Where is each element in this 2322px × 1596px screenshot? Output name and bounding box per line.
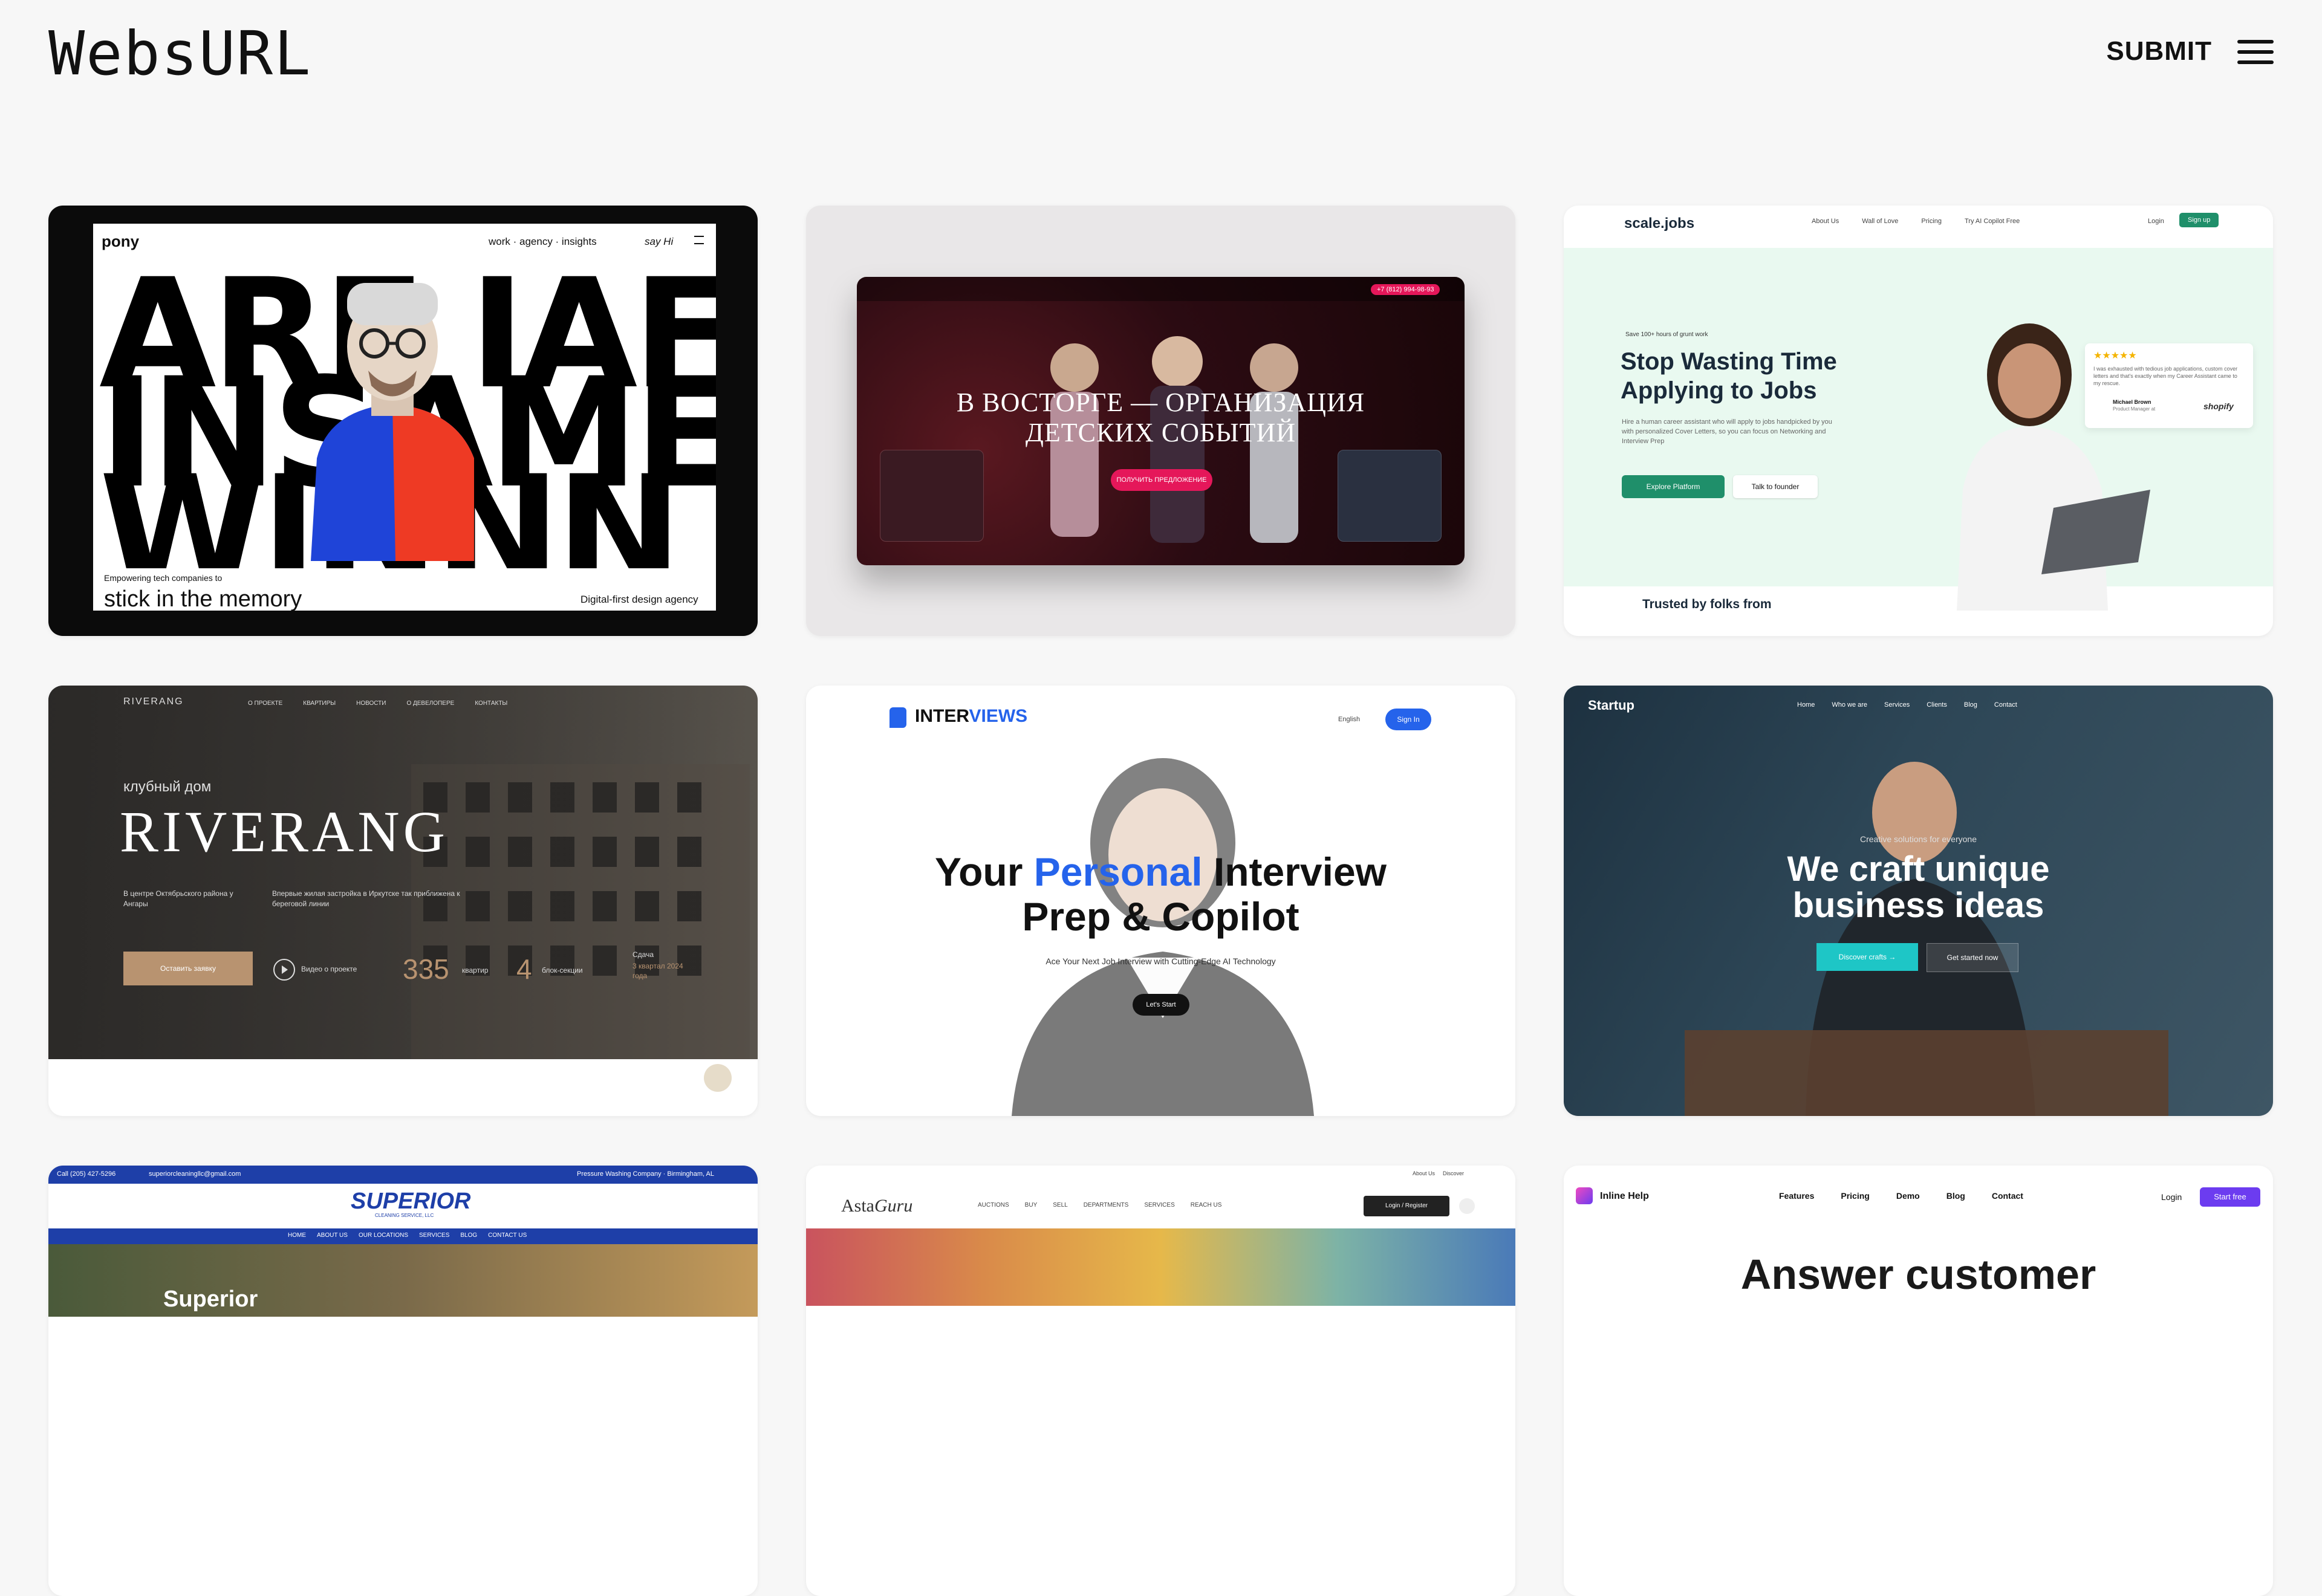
site-logo[interactable]: WebsURL <box>48 18 311 89</box>
riverang-stat-2-label: блок-секции <box>542 966 583 975</box>
astaguru-hero-painting <box>806 1228 1515 1306</box>
superior-hero-image <box>48 1244 758 1317</box>
scalejobs-body: Hire a human career assistant who will a… <box>1622 418 1832 445</box>
riverang-nav: О ПРОЕКТЕ КВАРТИРЫ НОВОСТИ О ДЕВЕЛОПЕРЕ … <box>248 700 508 707</box>
startup-eyebrow: Creative solutions for everyone <box>1860 834 1977 844</box>
site-card-startup[interactable]: Startup Home Who we are Services Clients… <box>1564 686 2273 1116</box>
interviews-subtitle: Ace Your Next Job Interview with Cutting… <box>1046 956 1276 966</box>
inlinehelp-nav: Features Pricing Demo Blog Contact <box>1779 1191 2023 1201</box>
astaguru-logo: AstaGuru <box>841 1196 913 1216</box>
play-icon <box>273 959 295 981</box>
pony-menu-icon <box>694 236 704 244</box>
astaguru-nav: AUCTIONS BUY SELL DEPARTMENTS SERVICES R… <box>978 1202 1222 1208</box>
scalejobs-cta-talk: Talk to founder <box>1733 475 1818 498</box>
scalejobs-signup: Sign up <box>2179 213 2219 227</box>
scalejobs-review-card: ★★★★★ I was exhausted with tedious job a… <box>2085 343 2253 428</box>
events-headline-2: ДЕТСКИХ СОБЫТИЙ <box>1025 418 1296 447</box>
scalejobs-login: Login <box>2148 218 2164 225</box>
inlinehelp-login: Login <box>2161 1192 2182 1202</box>
scalejobs-nav: About Us Wall of Love Pricing Try AI Cop… <box>1812 218 2020 225</box>
site-card-astaguru[interactable]: About Us Discover AstaGuru AUCTIONS BUY … <box>806 1166 1515 1596</box>
scalejobs-title-2: Applying to Jobs <box>1621 377 1817 404</box>
riverang-stat-3-label: Сдача <box>633 950 654 959</box>
site-card-interviews[interactable]: INTERVIEWS English Sign In Your Personal… <box>806 686 1515 1116</box>
startup-nav: Home Who we are Services Clients Blog Co… <box>1797 701 2017 709</box>
superior-logo: SUPERIOR <box>351 1189 471 1214</box>
events-screenshot: +7 (812) 994-98-93 В ВОСТОРГЕ — ОРГАНИЗА… <box>857 277 1465 565</box>
pony-tagline: stick in the memory <box>104 586 302 611</box>
superior-tagline: Pressure Washing Company · Birmingham, A… <box>577 1170 715 1178</box>
superior-email: superiorcleaningllc@gmail.com <box>149 1170 241 1178</box>
interviews-cta: Let's Start <box>1133 994 1189 1016</box>
menu-icon[interactable] <box>2237 40 2274 64</box>
scalejobs-logo: scale.jobs <box>1624 215 1695 232</box>
inlinehelp-logo-icon <box>1576 1187 1593 1204</box>
site-card-inlinehelp[interactable]: Inline Help Features Pricing Demo Blog C… <box>1564 1166 2273 1596</box>
scalejobs-eyebrow: Save 100+ hours of grunt work <box>1625 331 1708 338</box>
riverang-stat-2: 4 <box>516 953 532 985</box>
site-card-events[interactable]: +7 (812) 994-98-93 В ВОСТОРГЕ — ОРГАНИЗА… <box>806 206 1515 636</box>
businessman-image <box>1685 762 2168 1116</box>
scalejobs-cta-explore: Explore Platform <box>1622 475 1725 498</box>
inlinehelp-title: Answer customer <box>1740 1251 2096 1298</box>
interviews-signin: Sign In <box>1385 709 1431 730</box>
superior-hero-text: Superior <box>163 1286 258 1312</box>
riverang-desc-1: В центре Октябрьского района у Ангары <box>123 889 233 908</box>
scalejobs-trusted: Trusted by folks from <box>1642 597 1772 611</box>
astaguru-about: About Us <box>1413 1170 1436 1176</box>
search-icon <box>1459 1198 1475 1214</box>
scalejobs-title-1: Stop Wasting Time <box>1621 348 1837 375</box>
interviews-lang: English <box>1338 716 1361 723</box>
startup-cta-started: Get started now <box>1927 943 2018 972</box>
events-thumb-left <box>880 450 984 542</box>
riverang-hero: RIVERANG О ПРОЕКТЕ КВАРТИРЫ НОВОСТИ О ДЕ… <box>48 686 758 1059</box>
events-thumb-right <box>1338 450 1442 542</box>
pony-corner-text: Digital-first design agency <box>580 594 698 605</box>
events-phone: +7 (812) 994-98-93 <box>1371 284 1440 295</box>
riverang-desc-2: Впервые жилая застройка в Иркутске так п… <box>272 889 460 908</box>
character-illustration <box>311 283 474 561</box>
superior-logo-sub: CLEANING SERVICE, LLC <box>375 1213 434 1218</box>
interviews-title-2: Prep & Copilot <box>1022 894 1299 939</box>
riverang-stat-3: 3 квартал 2024 года <box>633 962 683 980</box>
submit-link[interactable]: SUBMIT <box>2106 36 2212 66</box>
inlinehelp-logo: Inline Help <box>1600 1191 1649 1201</box>
pony-screenshot: pony work · agency · insights say Hi ARE… <box>93 224 716 611</box>
superior-phone: Call (205) 427-5296 <box>57 1170 116 1178</box>
riverang-subtitle: клубный дом <box>123 779 212 795</box>
riverang-video-link: Видео о проекте <box>301 965 357 973</box>
interviews-logo: INTERVIEWS <box>915 706 1028 726</box>
startup-logo: Startup <box>1588 698 1634 713</box>
superior-nav: HOME ABOUT US OUR LOCATIONS SERVICES BLO… <box>288 1232 527 1239</box>
inlinehelp-cta: Start free <box>2200 1187 2260 1207</box>
riverang-stat-1-label: квартир <box>462 966 489 975</box>
events-cta-button: ПОЛУЧИТЬ ПРЕДЛОЖЕНИЕ <box>1111 469 1212 491</box>
pony-tagline-small: Empowering tech companies to <box>104 573 223 583</box>
startup-title-2: business ideas <box>1792 886 2044 925</box>
interviews-title-1: Your Personal Interview <box>934 849 1387 894</box>
riverang-cta: Оставить заявку <box>123 952 253 985</box>
startup-cta-discover: Discover crafts → <box>1816 943 1918 971</box>
interviews-logo-icon <box>889 707 906 728</box>
site-card-riverang[interactable]: RIVERANG О ПРОЕКТЕ КВАРТИРЫ НОВОСТИ О ДЕ… <box>48 686 758 1116</box>
riverang-title: RIVERANG <box>120 799 449 864</box>
chat-icon <box>704 1064 732 1092</box>
riverang-stat-1: 335 <box>403 953 449 985</box>
site-card-superior[interactable]: Call (205) 427-5296 superiorcleaningllc@… <box>48 1166 758 1596</box>
riverang-logo: RIVERANG <box>123 696 184 707</box>
events-headline-1: В ВОСТОРГЕ — ОРГАНИЗАЦИЯ <box>956 388 1365 417</box>
site-card-pony[interactable]: pony work · agency · insights say Hi ARE… <box>48 206 758 636</box>
site-card-scalejobs[interactable]: scale.jobs About Us Wall of Love Pricing… <box>1564 206 2273 636</box>
astaguru-discover: Discover <box>1443 1170 1465 1176</box>
astaguru-login: Login / Register <box>1364 1196 1449 1216</box>
startup-title-1: We craft unique <box>1787 849 2050 889</box>
